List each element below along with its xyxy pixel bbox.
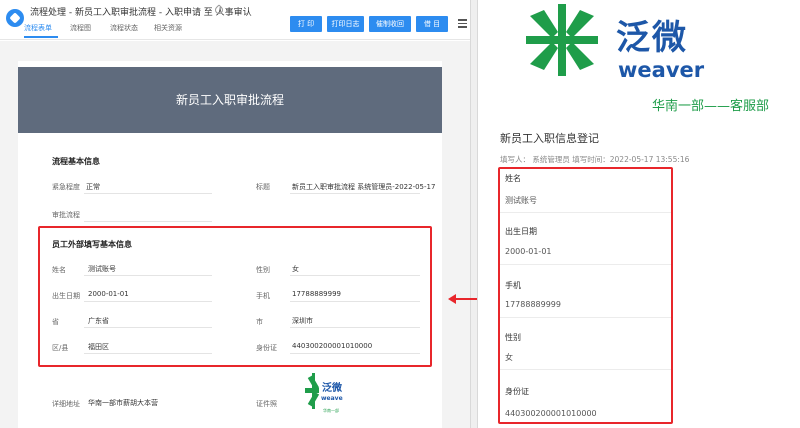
brand-name-cn: 泛微 xyxy=(616,18,688,58)
print-log-button[interactable]: 打印日志 xyxy=(327,16,364,32)
brand-name-en: weaver xyxy=(618,58,705,82)
list-menu-icon[interactable] xyxy=(458,19,467,28)
tab-form[interactable]: 流程表单 xyxy=(24,23,52,33)
basic-info-heading: 流程基本信息 xyxy=(52,157,100,166)
tab-status[interactable]: 流程状态 xyxy=(110,23,138,33)
field-label-approval: 审批流程 xyxy=(52,211,80,219)
registration-fields-highlight xyxy=(498,167,673,424)
workflow-header: 流程处理 - 新员工入职审批流程 - 入职申请 至 人事审认 流程表单 流程图 … xyxy=(0,0,470,40)
workflow-window: 流程处理 - 新员工入职审批流程 - 入职申请 至 人事审认 流程表单 流程图 … xyxy=(0,0,470,428)
field-underline xyxy=(84,193,212,194)
field-label-address: 详细地址 xyxy=(52,400,80,408)
field-underline xyxy=(84,221,212,222)
tab-flowchart[interactable]: 流程图 xyxy=(70,23,91,33)
department-label: 华南一部——客服部 xyxy=(652,99,770,114)
field-value-urgency[interactable]: 正常 xyxy=(86,182,100,192)
weaver-logo-icon xyxy=(526,4,598,76)
photo-logo-dept: 华南一部 xyxy=(323,407,339,413)
employee-section-highlight xyxy=(38,226,432,367)
field-value-title[interactable]: 新员工入职审批流程 系统管理员-2022-05-17 xyxy=(292,182,435,192)
field-underline xyxy=(290,193,420,194)
form-banner-title: 新员工入职审批流程 xyxy=(175,93,284,107)
app-logo-icon xyxy=(6,9,24,27)
recall-button[interactable]: 催制收回 xyxy=(369,16,411,32)
more-button[interactable]: 借 目 xyxy=(416,16,448,32)
window-divider[interactable] xyxy=(470,0,478,428)
photo-logo-text: 泛微 xyxy=(322,381,343,394)
registration-meta: 填写人： 系统管理员 填写时间：2022-05-17 13:55:16 xyxy=(500,155,690,164)
field-label-title: 标题 xyxy=(256,183,270,191)
registration-panel: 泛微 weaver 华南一部——客服部 新员工入职信息登记 填写人： 系统管理员… xyxy=(478,0,800,428)
field-label-urgency: 紧急程度 xyxy=(52,183,80,191)
arrow-connector xyxy=(455,298,477,300)
form-banner: 新员工入职审批流程 xyxy=(18,67,442,133)
arrow-left-icon xyxy=(448,294,456,304)
print-button[interactable]: 打 印 xyxy=(290,16,322,32)
active-tab-indicator xyxy=(24,36,58,38)
field-value-address[interactable]: 华南一部市薪胡大本营 xyxy=(88,398,158,408)
photo-logo-en: weaver xyxy=(321,395,343,402)
tab-resources[interactable]: 相关资源 xyxy=(154,23,182,33)
field-label-photo: 证件照 xyxy=(256,400,277,408)
photo-thumbnail-logo-icon[interactable]: 泛微 weaver 华南一部 xyxy=(303,372,343,418)
registration-form-title: 新员工入职信息登记 xyxy=(500,132,599,145)
